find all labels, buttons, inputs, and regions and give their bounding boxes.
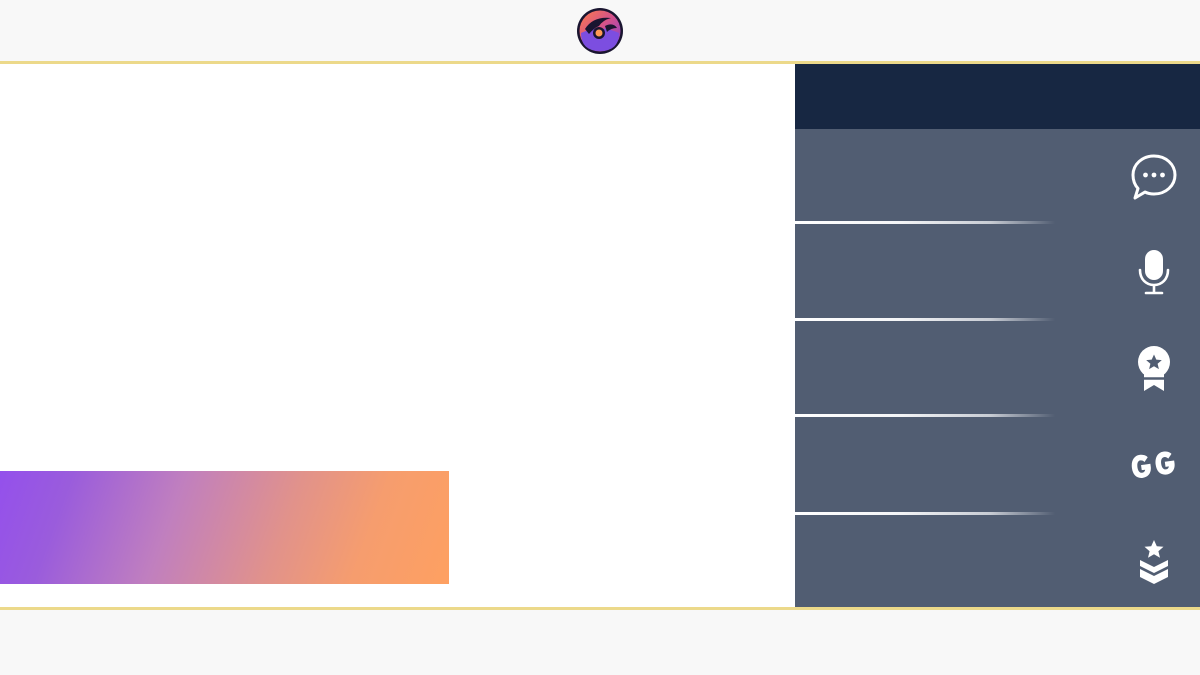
sidebar-item-chat[interactable] (795, 129, 1200, 225)
game-logo-icon[interactable] (575, 6, 625, 56)
gg-icon (1130, 441, 1178, 489)
footer (0, 610, 1200, 675)
sidebar-item-rank[interactable] (795, 515, 1200, 611)
sidebar-header (795, 64, 1200, 129)
main-content (0, 64, 795, 607)
top-bar (0, 0, 1200, 62)
award-badge-icon (1130, 345, 1178, 393)
gradient-banner (0, 471, 449, 584)
chat-bubble-icon (1130, 153, 1178, 201)
microphone-icon (1130, 248, 1178, 296)
sidebar-item-voice[interactable] (795, 224, 1200, 320)
sidebar (795, 64, 1200, 607)
rank-chevrons-icon (1130, 539, 1178, 587)
sidebar-item-awards[interactable] (795, 321, 1200, 417)
sidebar-item-gg[interactable] (795, 417, 1200, 513)
